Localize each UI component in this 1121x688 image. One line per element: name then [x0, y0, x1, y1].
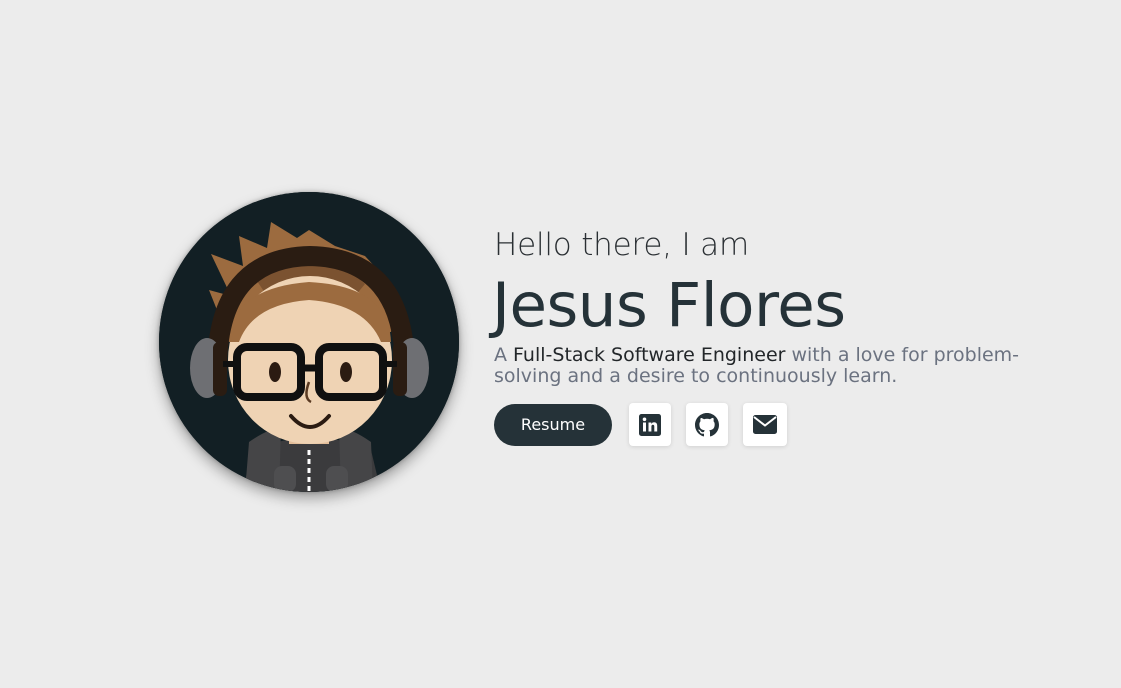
tagline-highlight: Full-Stack Software Engineer: [513, 344, 786, 366]
github-icon: [695, 412, 719, 436]
greeting-text: Hello there, I am: [494, 227, 749, 263]
linkedin-button[interactable]: [629, 403, 671, 446]
intro-block: Hello there, I am Jesus Flores A Full-St…: [492, 224, 1054, 446]
page-title: Jesus Flores: [492, 270, 846, 341]
github-button[interactable]: [686, 403, 728, 446]
resume-button[interactable]: Resume: [494, 403, 612, 446]
tagline-prefix: A: [494, 344, 514, 366]
linkedin-icon: [639, 413, 661, 436]
email-button[interactable]: [743, 403, 787, 446]
action-bar: Resume: [494, 403, 1054, 446]
avatar: [159, 192, 459, 492]
avatar-illustration: [159, 192, 459, 492]
tagline: A Full-Stack Software Engineer with a lo…: [494, 345, 1034, 387]
envelope-icon: [753, 415, 777, 434]
hero-section: Hello there, I am Jesus Flores A Full-St…: [0, 0, 1121, 688]
